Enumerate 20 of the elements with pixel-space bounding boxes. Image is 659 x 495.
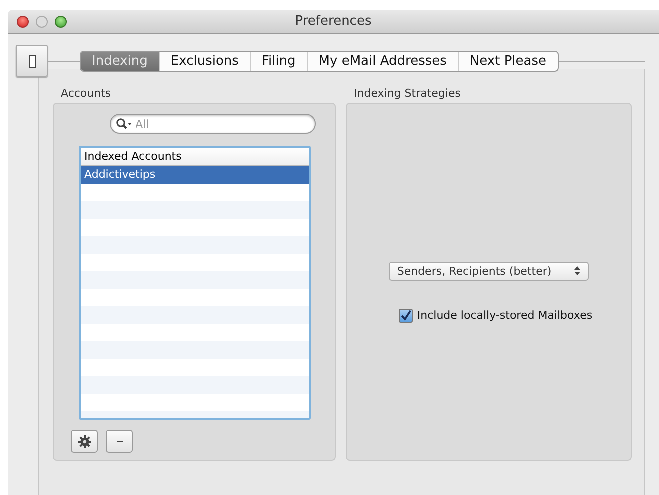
checkbox[interactable] — [399, 308, 414, 322]
search-icon — [116, 118, 134, 130]
switch-icon[interactable] — [16, 45, 48, 77]
tab[interactable]: My eMail Addresses — [306, 52, 458, 70]
checkbox-label: Include locally-stored Mailboxes — [417, 309, 593, 322]
search-field[interactable]: All — [110, 114, 316, 134]
group-title: Indexing Strategies — [354, 87, 462, 101]
tab[interactable]: Next Please — [458, 52, 558, 70]
gear-icon — [78, 434, 92, 448]
zoom-button[interactable] — [55, 16, 67, 28]
strategy-popup[interactable]: Senders, Recipients (better) — [389, 262, 589, 280]
gear-button[interactable] — [71, 430, 98, 453]
close-button[interactable] — [17, 16, 29, 28]
updown-icon — [574, 266, 581, 276]
tab[interactable]: Exclusions — [158, 52, 250, 70]
tab[interactable]: Filing — [250, 52, 307, 70]
remove-button[interactable] — [106, 430, 133, 453]
window-title: Preferences — [295, 14, 372, 29]
group-title: Accounts — [61, 87, 112, 101]
list-row[interactable]: Addictivetips — [80, 166, 308, 184]
